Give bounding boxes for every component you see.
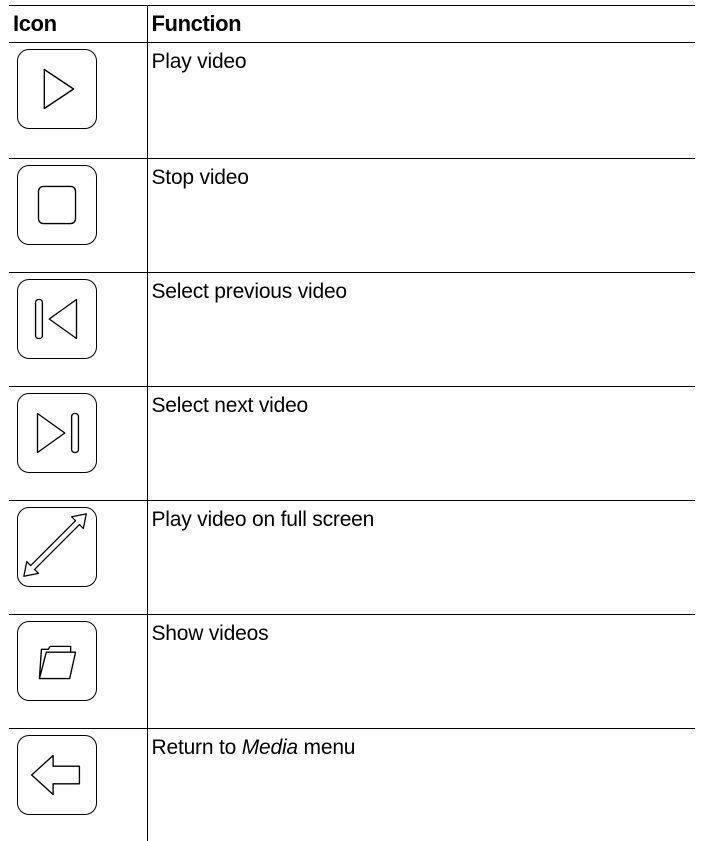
function-text: Play video [147, 43, 695, 159]
fullscreen-icon [17, 507, 97, 587]
function-text: Stop video [147, 159, 695, 273]
table-row: Play video [9, 43, 695, 159]
function-text-prefix: Return to [152, 736, 242, 759]
function-text: Show videos [147, 615, 695, 729]
header-icon: Icon [9, 6, 147, 43]
table-header-row: Icon Function [9, 6, 695, 43]
function-text-emphasis: Media [242, 736, 298, 759]
table-row: Stop video [9, 159, 695, 273]
function-text: Play video on full screen [147, 501, 695, 615]
play-icon [17, 49, 97, 129]
folder-icon [17, 621, 97, 701]
back-arrow-icon [17, 735, 97, 815]
table-row: Play video on full screen [9, 501, 695, 615]
table-row: Return to Media menu [9, 729, 695, 841]
function-text-suffix: menu [298, 736, 355, 759]
previous-icon [17, 279, 97, 359]
header-function: Function [147, 6, 695, 43]
table-row: Select next video [9, 387, 695, 501]
table-row: Select previous video [9, 273, 695, 387]
table-row: Show videos [9, 615, 695, 729]
stop-icon [17, 165, 97, 245]
function-text: Select next video [147, 387, 695, 501]
function-text: Select previous video [147, 273, 695, 387]
function-text: Return to Media menu [147, 729, 695, 841]
next-icon [17, 393, 97, 473]
icon-function-table: Icon Function Play video Stop video [9, 5, 695, 841]
